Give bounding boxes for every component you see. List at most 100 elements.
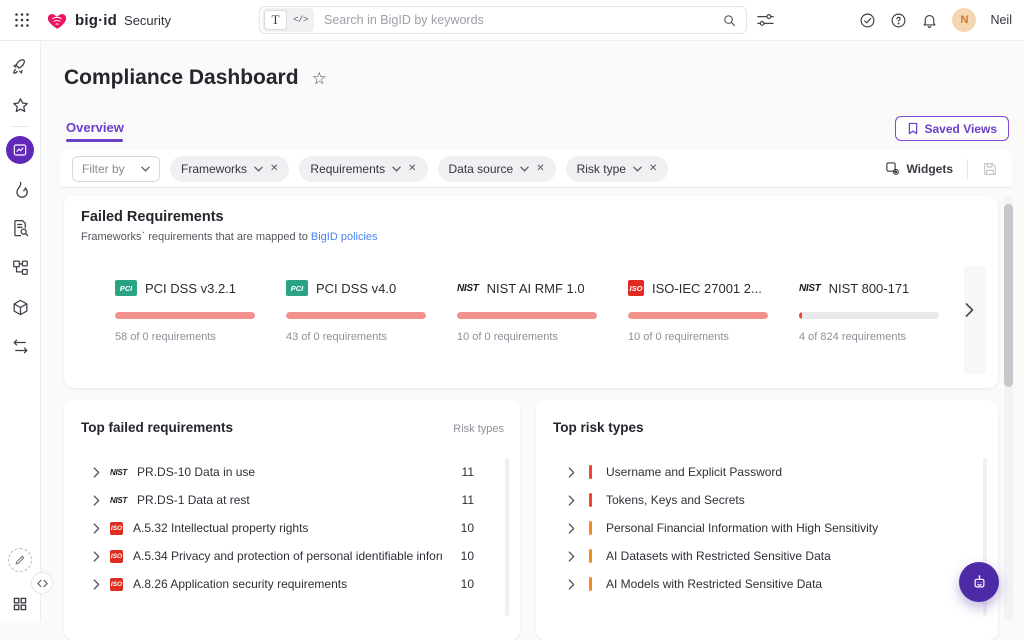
chevron-down-icon[interactable]	[520, 166, 529, 172]
favorite-star-icon[interactable]: ☆	[312, 70, 327, 87]
app-launcher-icon[interactable]	[14, 12, 30, 28]
requirement-label: PR.DS-10 Data in use	[137, 465, 442, 479]
sidebar-item-reports[interactable]	[11, 219, 30, 238]
framework-logo: ISO	[110, 550, 123, 563]
sidebar-item-getting-started[interactable]	[11, 57, 30, 76]
framework-card[interactable]: NIST NIST AI RMF 1.0 10 of 0 requirement…	[457, 278, 628, 343]
filter-chip[interactable]: Data source ✕	[438, 156, 556, 182]
framework-card[interactable]: PCI PCI DSS v3.2.1 58 of 0 requirements	[115, 278, 286, 343]
page-header: Compliance Dashboard ☆	[64, 66, 327, 90]
sidebar-item-actions[interactable]	[11, 337, 30, 356]
failed-requirement-row[interactable]: NIST PR.DS-10 Data in use 11	[64, 458, 502, 486]
risk-type-label: Tokens, Keys and Secrets	[606, 493, 980, 507]
user-avatar[interactable]: N	[952, 8, 976, 32]
filter-chip-label: Data source	[449, 162, 514, 176]
risk-type-row[interactable]: Username and Explicit Password	[536, 458, 980, 486]
framework-logo: NIST	[457, 283, 479, 294]
remove-filter-icon[interactable]: ✕	[408, 163, 416, 174]
expand-chevron-icon[interactable]	[93, 495, 100, 506]
framework-card[interactable]: PCI PCI DSS v4.0 43 of 0 requirements	[286, 278, 457, 343]
saved-views-button[interactable]: Saved Views	[895, 116, 1010, 141]
sidebar-item-favorites[interactable]	[11, 96, 30, 115]
save-view-icon[interactable]	[982, 161, 998, 177]
tab-overview[interactable]: Overview	[66, 120, 124, 135]
sidebar-item-risk[interactable]	[11, 180, 30, 199]
filter-chip-label: Frameworks	[181, 162, 247, 176]
sidebar-collapse-toggle[interactable]	[31, 572, 53, 594]
framework-progress-track	[457, 312, 597, 319]
expand-chevron-icon[interactable]	[93, 523, 100, 534]
page-scrollbar[interactable]	[1004, 196, 1013, 621]
failed-requirement-row[interactable]: NIST PR.DS-1 Data at rest 11	[64, 486, 502, 514]
filter-chip-label: Requirements	[310, 162, 385, 176]
sidebar-item-dashboard-active[interactable]	[6, 136, 34, 164]
list-scrollbar[interactable]	[505, 458, 509, 616]
toolbar-divider	[967, 159, 968, 179]
framework-card[interactable]: ISO ISO-IEC 27001 2... 10 of 0 requireme…	[628, 278, 799, 343]
search-mode-toggle: T </>	[262, 8, 314, 32]
widgets-grid-icon[interactable]	[12, 596, 28, 612]
requirement-label: PR.DS-1 Data at rest	[137, 493, 442, 507]
brand[interactable]: big·id Security	[46, 0, 171, 40]
edit-dashboard-icon[interactable]	[8, 548, 32, 572]
filter-chip[interactable]: Requirements ✕	[299, 156, 427, 182]
failed-requirement-row[interactable]: ISO A.5.32 Intellectual property rights …	[64, 514, 502, 542]
expand-chevron-icon[interactable]	[568, 523, 575, 534]
risk-type-row[interactable]: AI Datasets with Restricted Sensitive Da…	[536, 542, 980, 570]
user-name: Neil	[990, 13, 1012, 27]
risk-type-label: AI Datasets with Restricted Sensitive Da…	[606, 549, 980, 563]
expand-chevron-icon[interactable]	[93, 467, 100, 478]
help-icon[interactable]	[890, 12, 907, 29]
chevron-down-icon[interactable]	[392, 166, 401, 172]
filter-by-dropdown[interactable]: Filter by	[72, 156, 160, 182]
filter-chips: Frameworks ✕ Requirements ✕ Data source	[170, 156, 668, 182]
failed-requirements-title: Failed Requirements	[81, 209, 224, 225]
failed-requirements-subtitle: Frameworks` requirements that are mapped…	[81, 231, 378, 243]
filter-chip[interactable]: Risk type ✕	[566, 156, 669, 182]
top-failed-requirements-card: Top failed requirements Risk types NIST …	[64, 400, 520, 640]
sidebar-item-data-flows[interactable]	[11, 258, 30, 277]
framework-requirements-count: 58 of 0 requirements	[115, 331, 286, 343]
widgets-button[interactable]: Widgets	[885, 161, 953, 176]
search-input[interactable]	[316, 13, 722, 27]
top-risk-types-card: Top risk types Username and Explicit Pas…	[536, 400, 998, 640]
search-mode-text-button[interactable]: T	[264, 10, 287, 30]
expand-chevron-icon[interactable]	[568, 579, 575, 590]
risk-type-row[interactable]: Tokens, Keys and Secrets	[536, 486, 980, 514]
filter-by-label: Filter by	[82, 162, 125, 176]
framework-card[interactable]: NIST NIST 800-171 4 of 824 requirements	[799, 278, 970, 343]
framework-name: PCI DSS v3.2.1	[145, 281, 236, 296]
failed-requirements-card: Failed Requirements Frameworks` requirem…	[64, 196, 998, 388]
chevron-down-icon	[141, 166, 150, 172]
remove-filter-icon[interactable]: ✕	[649, 163, 657, 174]
chevron-down-icon[interactable]	[633, 166, 642, 172]
sidebar	[0, 41, 41, 621]
tasks-icon[interactable]	[859, 12, 876, 29]
bigid-policies-link[interactable]: BigID policies	[311, 231, 378, 243]
top-failed-requirements-title: Top failed requirements	[81, 420, 233, 435]
search-icon[interactable]	[722, 13, 737, 28]
assistant-fab[interactable]	[959, 562, 999, 602]
failed-requirement-row[interactable]: ISO A.8.26 Application security requirem…	[64, 570, 502, 598]
risk-type-row[interactable]: AI Models with Restricted Sensitive Data	[536, 570, 980, 598]
expand-chevron-icon[interactable]	[568, 551, 575, 562]
expand-chevron-icon[interactable]	[568, 495, 575, 506]
filter-chip[interactable]: Frameworks ✕	[170, 156, 289, 182]
severity-indicator	[589, 465, 592, 479]
remove-filter-icon[interactable]: ✕	[270, 163, 278, 174]
expand-chevron-icon[interactable]	[568, 467, 575, 478]
expand-chevron-icon[interactable]	[93, 551, 100, 562]
sidebar-item-inventory[interactable]	[11, 298, 30, 317]
page-scrollbar-thumb[interactable]	[1004, 204, 1013, 387]
requirement-label: A.5.32 Intellectual property rights	[133, 521, 442, 535]
remove-filter-icon[interactable]: ✕	[536, 163, 544, 174]
failed-requirement-row[interactable]: ISO A.5.34 Privacy and protection of per…	[64, 542, 502, 570]
notifications-bell-icon[interactable]	[921, 12, 938, 29]
carousel-next-icon[interactable]	[960, 301, 978, 319]
risk-type-label: Username and Explicit Password	[606, 465, 980, 479]
expand-chevron-icon[interactable]	[93, 579, 100, 590]
chevron-down-icon[interactable]	[254, 166, 263, 172]
risk-type-row[interactable]: Personal Financial Information with High…	[536, 514, 980, 542]
search-mode-query-button[interactable]: </>	[289, 10, 312, 30]
search-filters-icon[interactable]	[757, 13, 774, 27]
